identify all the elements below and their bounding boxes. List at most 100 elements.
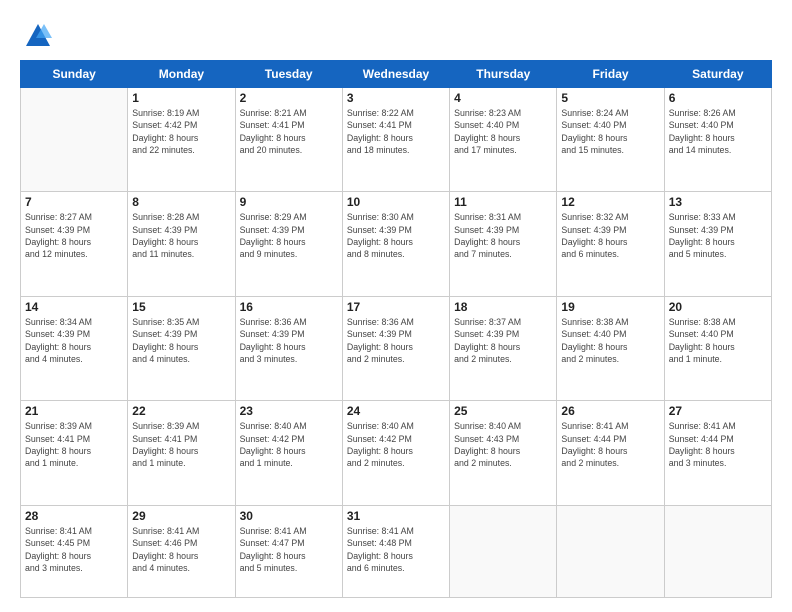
day-header-thursday: Thursday xyxy=(450,61,557,88)
day-info: Sunrise: 8:41 AM Sunset: 4:48 PM Dayligh… xyxy=(347,525,445,574)
day-info: Sunrise: 8:40 AM Sunset: 4:42 PM Dayligh… xyxy=(240,420,338,469)
day-info: Sunrise: 8:30 AM Sunset: 4:39 PM Dayligh… xyxy=(347,211,445,260)
day-number: 16 xyxy=(240,300,338,314)
day-info: Sunrise: 8:22 AM Sunset: 4:41 PM Dayligh… xyxy=(347,107,445,156)
day-header-tuesday: Tuesday xyxy=(235,61,342,88)
calendar-cell: 11 Sunrise: 8:31 AM Sunset: 4:39 PM Dayli… xyxy=(450,192,557,296)
calendar-cell xyxy=(664,505,771,597)
day-info: Sunrise: 8:29 AM Sunset: 4:39 PM Dayligh… xyxy=(240,211,338,260)
day-info: Sunrise: 8:41 AM Sunset: 4:45 PM Dayligh… xyxy=(25,525,123,574)
day-number: 5 xyxy=(561,91,659,105)
calendar-table: SundayMondayTuesdayWednesdayThursdayFrid… xyxy=(20,60,772,598)
day-number: 3 xyxy=(347,91,445,105)
calendar-cell: 30Sunrise: 8:41 AM Sunset: 4:47 PM Dayli… xyxy=(235,505,342,597)
calendar-cell: 3 Sunrise: 8:22 AM Sunset: 4:41 PM Daylig… xyxy=(342,88,449,192)
day-number: 19 xyxy=(561,300,659,314)
day-info: Sunrise: 8:34 AM Sunset: 4:39 PM Dayligh… xyxy=(25,316,123,365)
calendar-cell: 5 Sunrise: 8:24 AM Sunset: 4:40 PM Daylig… xyxy=(557,88,664,192)
day-info: Sunrise: 8:19 AM Sunset: 4:42 PM Dayligh… xyxy=(132,107,230,156)
day-info: Sunrise: 8:40 AM Sunset: 4:43 PM Dayligh… xyxy=(454,420,552,469)
day-info: Sunrise: 8:31 AM Sunset: 4:39 PM Dayligh… xyxy=(454,211,552,260)
week-row-0: 1 Sunrise: 8:19 AM Sunset: 4:42 PM Daylig… xyxy=(21,88,772,192)
header xyxy=(20,18,772,50)
day-number: 9 xyxy=(240,195,338,209)
calendar-cell: 13 Sunrise: 8:33 AM Sunset: 4:39 PM Dayli… xyxy=(664,192,771,296)
calendar-cell: 8 Sunrise: 8:28 AM Sunset: 4:39 PM Daylig… xyxy=(128,192,235,296)
day-number: 6 xyxy=(669,91,767,105)
day-info: Sunrise: 8:23 AM Sunset: 4:40 PM Dayligh… xyxy=(454,107,552,156)
day-number: 27 xyxy=(669,404,767,418)
calendar-cell: 18 Sunrise: 8:37 AM Sunset: 4:39 PM Dayli… xyxy=(450,296,557,400)
day-number: 29 xyxy=(132,509,230,523)
calendar-cell: 4 Sunrise: 8:23 AM Sunset: 4:40 PM Daylig… xyxy=(450,88,557,192)
week-row-3: 21 Sunrise: 8:39 AM Sunset: 4:41 PM Dayli… xyxy=(21,401,772,505)
calendar-cell xyxy=(450,505,557,597)
day-info: Sunrise: 8:36 AM Sunset: 4:39 PM Dayligh… xyxy=(240,316,338,365)
week-row-2: 14 Sunrise: 8:34 AM Sunset: 4:39 PM Dayli… xyxy=(21,296,772,400)
day-number: 17 xyxy=(347,300,445,314)
calendar-cell: 21 Sunrise: 8:39 AM Sunset: 4:41 PM Dayli… xyxy=(21,401,128,505)
calendar-cell xyxy=(21,88,128,192)
calendar-cell: 24 Sunrise: 8:40 AM Sunset: 4:42 PM Dayli… xyxy=(342,401,449,505)
calendar-cell: 15 Sunrise: 8:35 AM Sunset: 4:39 PM Dayli… xyxy=(128,296,235,400)
calendar-cell xyxy=(557,505,664,597)
calendar-cell: 2Sunrise: 8:21 AM Sunset: 4:41 PM Daylig… xyxy=(235,88,342,192)
day-info: Sunrise: 8:40 AM Sunset: 4:42 PM Dayligh… xyxy=(347,420,445,469)
week-row-4: 28 Sunrise: 8:41 AM Sunset: 4:45 PM Dayli… xyxy=(21,505,772,597)
day-header-monday: Monday xyxy=(128,61,235,88)
calendar-cell: 17 Sunrise: 8:36 AM Sunset: 4:39 PM Dayli… xyxy=(342,296,449,400)
day-info: Sunrise: 8:35 AM Sunset: 4:39 PM Dayligh… xyxy=(132,316,230,365)
day-number: 2 xyxy=(240,91,338,105)
day-number: 1 xyxy=(132,91,230,105)
calendar-cell: 19 Sunrise: 8:38 AM Sunset: 4:40 PM Dayli… xyxy=(557,296,664,400)
calendar-cell: 7 Sunrise: 8:27 AM Sunset: 4:39 PM Daylig… xyxy=(21,192,128,296)
logo-icon xyxy=(24,22,52,50)
day-number: 30 xyxy=(240,509,338,523)
day-number: 23 xyxy=(240,404,338,418)
calendar-cell: 28 Sunrise: 8:41 AM Sunset: 4:45 PM Dayli… xyxy=(21,505,128,597)
day-info: Sunrise: 8:33 AM Sunset: 4:39 PM Dayligh… xyxy=(669,211,767,260)
calendar-cell: 16 Sunrise: 8:36 AM Sunset: 4:39 PM Dayli… xyxy=(235,296,342,400)
day-info: Sunrise: 8:27 AM Sunset: 4:39 PM Dayligh… xyxy=(25,211,123,260)
calendar-cell: 20Sunrise: 8:38 AM Sunset: 4:40 PM Dayli… xyxy=(664,296,771,400)
day-info: Sunrise: 8:41 AM Sunset: 4:44 PM Dayligh… xyxy=(669,420,767,469)
day-number: 18 xyxy=(454,300,552,314)
day-number: 24 xyxy=(347,404,445,418)
calendar-cell: 23 Sunrise: 8:40 AM Sunset: 4:42 PM Dayli… xyxy=(235,401,342,505)
calendar-cell: 14 Sunrise: 8:34 AM Sunset: 4:39 PM Dayli… xyxy=(21,296,128,400)
day-number: 20 xyxy=(669,300,767,314)
day-number: 31 xyxy=(347,509,445,523)
day-header-saturday: Saturday xyxy=(664,61,771,88)
day-info: Sunrise: 8:28 AM Sunset: 4:39 PM Dayligh… xyxy=(132,211,230,260)
calendar-cell: 9 Sunrise: 8:29 AM Sunset: 4:39 PM Daylig… xyxy=(235,192,342,296)
calendar-cell: 27 Sunrise: 8:41 AM Sunset: 4:44 PM Dayli… xyxy=(664,401,771,505)
calendar-cell: 25 Sunrise: 8:40 AM Sunset: 4:43 PM Dayli… xyxy=(450,401,557,505)
day-number: 8 xyxy=(132,195,230,209)
calendar-cell: 10 Sunrise: 8:30 AM Sunset: 4:39 PM Dayli… xyxy=(342,192,449,296)
day-number: 11 xyxy=(454,195,552,209)
day-info: Sunrise: 8:38 AM Sunset: 4:40 PM Dayligh… xyxy=(561,316,659,365)
day-info: Sunrise: 8:36 AM Sunset: 4:39 PM Dayligh… xyxy=(347,316,445,365)
day-info: Sunrise: 8:37 AM Sunset: 4:39 PM Dayligh… xyxy=(454,316,552,365)
day-number: 4 xyxy=(454,91,552,105)
day-info: Sunrise: 8:39 AM Sunset: 4:41 PM Dayligh… xyxy=(25,420,123,469)
day-number: 7 xyxy=(25,195,123,209)
calendar-header-row: SundayMondayTuesdayWednesdayThursdayFrid… xyxy=(21,61,772,88)
day-number: 15 xyxy=(132,300,230,314)
day-number: 12 xyxy=(561,195,659,209)
calendar-cell: 22Sunrise: 8:39 AM Sunset: 4:41 PM Dayli… xyxy=(128,401,235,505)
day-number: 28 xyxy=(25,509,123,523)
day-number: 14 xyxy=(25,300,123,314)
calendar-cell: 12Sunrise: 8:32 AM Sunset: 4:39 PM Dayli… xyxy=(557,192,664,296)
calendar-cell: 6Sunrise: 8:26 AM Sunset: 4:40 PM Daylig… xyxy=(664,88,771,192)
day-number: 10 xyxy=(347,195,445,209)
day-number: 21 xyxy=(25,404,123,418)
day-info: Sunrise: 8:39 AM Sunset: 4:41 PM Dayligh… xyxy=(132,420,230,469)
day-number: 13 xyxy=(669,195,767,209)
calendar-cell: 26Sunrise: 8:41 AM Sunset: 4:44 PM Dayli… xyxy=(557,401,664,505)
day-number: 25 xyxy=(454,404,552,418)
day-header-sunday: Sunday xyxy=(21,61,128,88)
calendar-cell: 1 Sunrise: 8:19 AM Sunset: 4:42 PM Daylig… xyxy=(128,88,235,192)
day-info: Sunrise: 8:24 AM Sunset: 4:40 PM Dayligh… xyxy=(561,107,659,156)
day-info: Sunrise: 8:41 AM Sunset: 4:46 PM Dayligh… xyxy=(132,525,230,574)
